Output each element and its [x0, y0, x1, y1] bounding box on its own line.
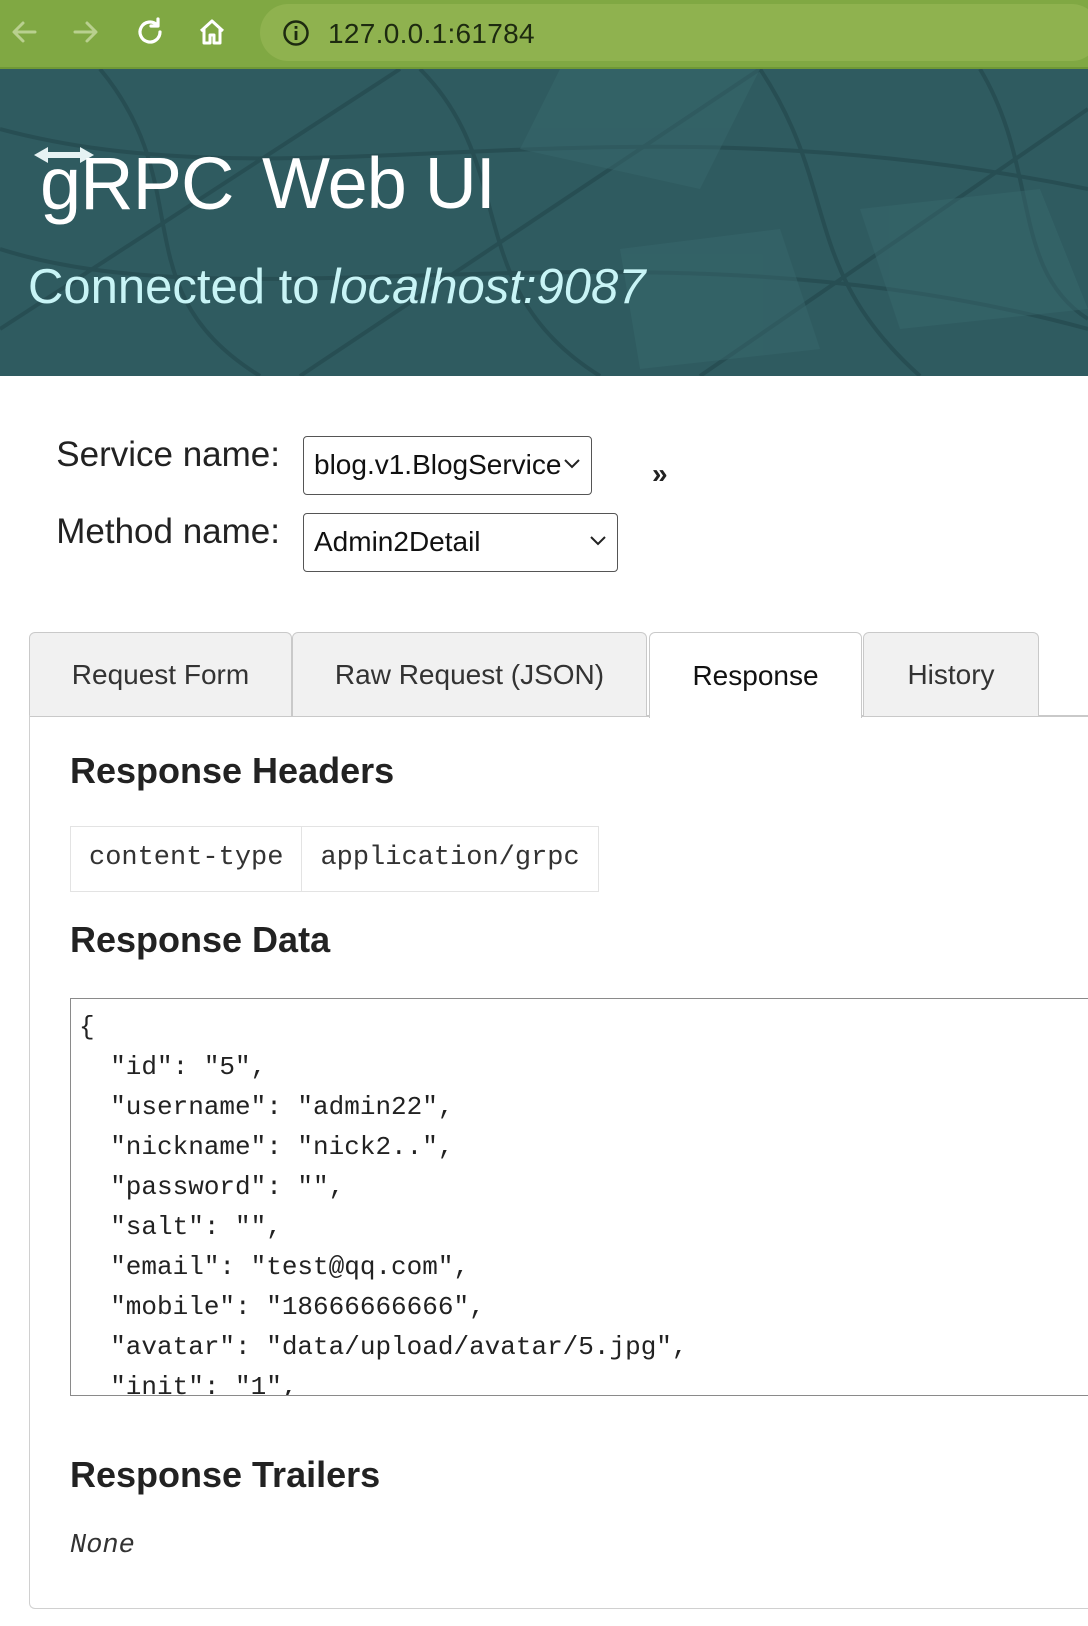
response-trailers-value: None [70, 1531, 135, 1561]
url-text: 127.0.0.1:61784 [328, 18, 535, 49]
back-arrow-icon [12, 21, 37, 43]
response-headers-title: Response Headers [70, 750, 395, 791]
forward-button[interactable] [68, 14, 104, 50]
address-bar[interactable]: 127.0.0.1:61784 [260, 4, 1088, 61]
chevron-down-icon [564, 459, 580, 469]
app-header: gRPC Web UI Connected to localhost:9087 [0, 69, 1088, 376]
service-name-label: Service name: [56, 435, 280, 474]
back-button[interactable] [6, 14, 42, 50]
service-select-value: blog.v1.BlogService [314, 449, 562, 480]
reload-button[interactable] [132, 14, 168, 50]
tab-history[interactable]: History [863, 632, 1039, 716]
tab-response[interactable]: Response [649, 632, 862, 718]
connected-host: localhost:9087 [329, 260, 646, 314]
home-button[interactable] [194, 14, 230, 50]
service-select[interactable]: blog.v1.BlogService [303, 436, 592, 495]
header-value-cell: application/grpc [320, 843, 580, 873]
expand-service-icon[interactable]: » [652, 458, 668, 490]
response-data-content: { "id": "5", "username": "admin22", "nic… [79, 1012, 688, 1396]
tab-request-form[interactable]: Request Form [29, 632, 292, 716]
response-data-title: Response Data [70, 919, 331, 960]
forward-arrow-icon [73, 21, 98, 43]
header-name-cell: content-type [71, 827, 303, 891]
response-headers-table: content-type application/grpc [70, 826, 599, 892]
response-trailers-title: Response Trailers [70, 1454, 381, 1495]
response-data-textarea[interactable]: { "id": "5", "username": "admin22", "nic… [70, 998, 1088, 1396]
info-icon[interactable] [282, 19, 310, 47]
grpc-logo: gRPC [40, 142, 234, 225]
tab-raw-request[interactable]: Raw Request (JSON) [292, 632, 647, 716]
method-select[interactable]: Admin2Detail [303, 513, 618, 572]
chevron-down-icon [590, 536, 606, 546]
connected-prefix: Connected to [28, 260, 320, 314]
method-name-label: Method name: [56, 512, 280, 551]
method-select-value: Admin2Detail [314, 526, 481, 557]
reload-icon [138, 17, 162, 44]
page-title: Web UI [262, 144, 496, 224]
connection-status: Connected to localhost:9087 [28, 259, 646, 315]
browser-toolbar: 127.0.0.1:61784 [0, 0, 1088, 69]
home-icon [199, 19, 225, 45]
